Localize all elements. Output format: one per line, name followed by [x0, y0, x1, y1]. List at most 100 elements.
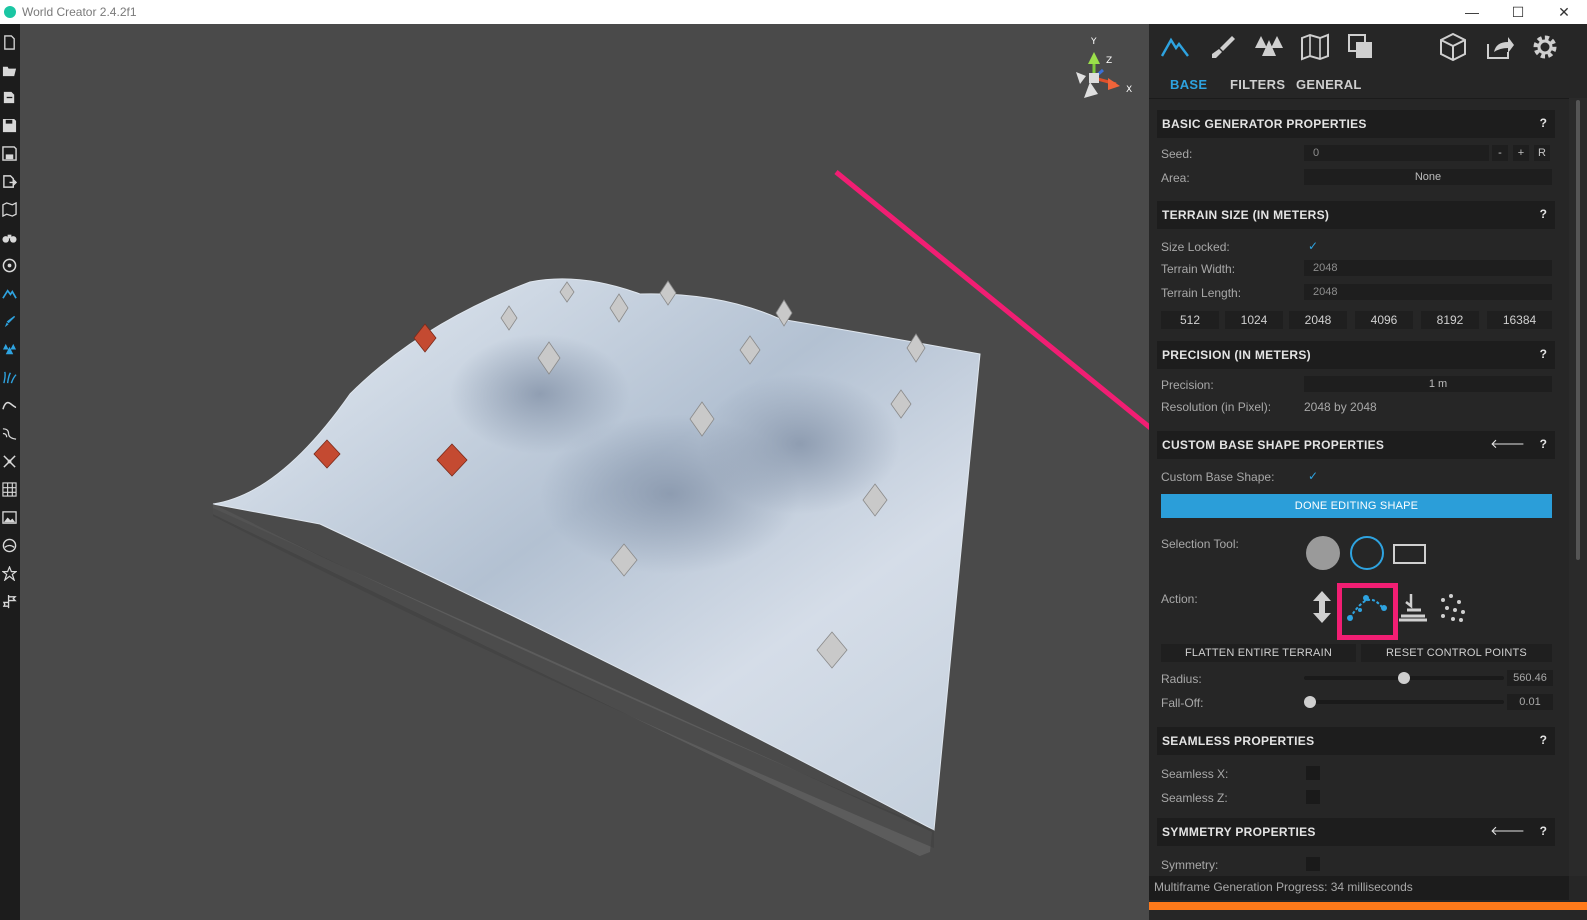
- cube-icon[interactable]: [1436, 30, 1470, 64]
- settings-icon[interactable]: [1528, 30, 1562, 64]
- seed-minus-button[interactable]: -: [1492, 145, 1508, 161]
- precision-header[interactable]: PRECISION (IN METERS) ?: [1157, 341, 1555, 369]
- mountain-icon[interactable]: [1, 285, 17, 301]
- progress-bar: [1149, 902, 1587, 910]
- terrain-viewport[interactable]: Y Z X: [20, 24, 1149, 920]
- wave-icon[interactable]: [1, 397, 17, 413]
- symmetry-checkbox[interactable]: [1306, 857, 1320, 871]
- preset-1024-button[interactable]: 1024: [1225, 311, 1283, 329]
- symmetry-header[interactable]: SYMMETRY PROPERTIES 🡐 ?: [1157, 818, 1555, 846]
- falloff-slider[interactable]: [1304, 696, 1504, 708]
- map-icon[interactable]: [1298, 30, 1332, 64]
- raise-lower-icon[interactable]: [1309, 589, 1335, 625]
- preset-512-button[interactable]: 512: [1161, 311, 1219, 329]
- soft-circle-select-icon[interactable]: [1306, 536, 1340, 570]
- status-bar: Multiframe Generation Progress: 34 milli…: [1149, 876, 1569, 900]
- panel-top-toolbar: [1149, 24, 1569, 72]
- seed-input[interactable]: 0: [1304, 145, 1489, 161]
- terrain-width-input[interactable]: 2048: [1304, 260, 1552, 276]
- scatter-points-icon[interactable]: [1437, 592, 1469, 624]
- gizmo-y-label: Y: [1090, 37, 1097, 47]
- network-icon[interactable]: [1, 453, 17, 469]
- seed-label: Seed:: [1161, 147, 1193, 161]
- seamless-z-checkbox[interactable]: [1306, 790, 1320, 804]
- radius-slider[interactable]: [1304, 672, 1504, 684]
- reset-arrow-icon[interactable]: 🡐: [1490, 436, 1525, 452]
- preset-4096-button[interactable]: 4096: [1355, 311, 1413, 329]
- minimize-button[interactable]: —: [1449, 0, 1495, 24]
- tab-divider: [1149, 98, 1569, 99]
- radius-label: Radius:: [1161, 672, 1202, 686]
- reset-arrow-icon[interactable]: 🡐: [1490, 823, 1525, 839]
- seamless-x-label: Seamless X:: [1161, 767, 1229, 781]
- export-icon[interactable]: [1, 173, 17, 189]
- precision-input[interactable]: 1 m: [1304, 376, 1552, 392]
- trees-icon[interactable]: [1, 341, 17, 357]
- done-editing-shape-button[interactable]: DONE EDITING SHAPE: [1161, 494, 1552, 518]
- paint-brush-icon[interactable]: [1, 313, 17, 329]
- radius-value[interactable]: 560.46: [1507, 670, 1553, 686]
- image-icon[interactable]: [1, 509, 17, 525]
- area-dropdown[interactable]: None: [1304, 169, 1552, 185]
- sign-icon[interactable]: [1, 593, 17, 609]
- preset-2048-button[interactable]: 2048: [1289, 311, 1347, 329]
- steering-icon[interactable]: [1, 257, 17, 273]
- terrain-size-header[interactable]: TERRAIN SIZE (IN METERS) ?: [1157, 201, 1555, 229]
- seamless-header[interactable]: SEAMLESS PROPERTIES ?: [1157, 727, 1555, 755]
- binoculars-icon[interactable]: [1, 229, 17, 245]
- falloff-label: Fall-Off:: [1161, 696, 1204, 710]
- size-locked-checkbox[interactable]: ✓: [1306, 239, 1320, 253]
- seed-plus-button[interactable]: +: [1513, 145, 1529, 161]
- layers-icon[interactable]: [1344, 30, 1378, 64]
- brush-icon[interactable]: [1206, 30, 1240, 64]
- help-icon[interactable]: ?: [1540, 116, 1547, 130]
- tab-base[interactable]: BASE: [1170, 77, 1207, 92]
- seamless-x-checkbox[interactable]: [1306, 766, 1320, 780]
- area-label: Area:: [1161, 171, 1190, 185]
- help-icon[interactable]: ?: [1540, 824, 1547, 838]
- rectangle-select-icon[interactable]: [1393, 544, 1426, 564]
- axis-gizmo[interactable]: Y Z X: [1076, 37, 1132, 98]
- terrain-length-input[interactable]: 2048: [1304, 284, 1552, 300]
- maximize-button[interactable]: ☐: [1495, 0, 1541, 24]
- radius-slider-knob[interactable]: [1398, 672, 1410, 684]
- export-icon[interactable]: [1482, 30, 1516, 64]
- gizmo-z-label: Z: [1106, 56, 1112, 66]
- symmetry-label: Symmetry:: [1161, 858, 1219, 872]
- globe-icon[interactable]: [1, 537, 17, 553]
- close-button[interactable]: ✕: [1541, 0, 1587, 24]
- help-icon[interactable]: ?: [1540, 347, 1547, 361]
- preset-16384-button[interactable]: 16384: [1487, 311, 1552, 329]
- save-as-icon[interactable]: [1, 145, 17, 161]
- tab-filters[interactable]: FILTERS: [1230, 77, 1285, 92]
- circle-select-icon[interactable]: [1350, 536, 1384, 570]
- open-recent-icon[interactable]: [1, 89, 17, 105]
- river-icon[interactable]: [1, 425, 17, 441]
- grid-icon[interactable]: [1, 481, 17, 497]
- seed-random-button[interactable]: R: [1534, 145, 1550, 161]
- save-icon[interactable]: [1, 117, 17, 133]
- falloff-value[interactable]: 0.01: [1507, 694, 1553, 710]
- new-file-icon[interactable]: [1, 34, 17, 50]
- flatten-entire-terrain-button[interactable]: FLATTEN ENTIRE TERRAIN: [1161, 644, 1356, 662]
- open-folder-icon[interactable]: [1, 62, 17, 78]
- help-icon[interactable]: ?: [1540, 207, 1547, 221]
- forest-icon[interactable]: [1252, 30, 1286, 64]
- app-logo-icon: [4, 6, 16, 18]
- map-icon[interactable]: [1, 201, 17, 217]
- tab-general[interactable]: GENERAL: [1296, 77, 1362, 92]
- help-icon[interactable]: ?: [1540, 437, 1547, 451]
- preset-8192-button[interactable]: 8192: [1421, 311, 1479, 329]
- scrollbar-thumb[interactable]: [1576, 100, 1580, 560]
- falloff-slider-knob[interactable]: [1304, 696, 1316, 708]
- reset-control-points-button[interactable]: RESET CONTROL POINTS: [1361, 644, 1552, 662]
- custom-base-shape-checkbox[interactable]: ✓: [1306, 469, 1320, 483]
- terrain-icon[interactable]: [1158, 30, 1192, 64]
- basic-generator-header[interactable]: BASIC GENERATOR PROPERTIES ?: [1157, 110, 1555, 138]
- flatten-tool-icon[interactable]: [1397, 590, 1429, 624]
- star-icon[interactable]: [1, 565, 17, 581]
- panel-scrollbar[interactable]: [1569, 98, 1587, 876]
- custom-base-shape-header[interactable]: CUSTOM BASE SHAPE PROPERTIES 🡐 ?: [1157, 431, 1555, 459]
- grass-icon[interactable]: [1, 369, 17, 385]
- help-icon[interactable]: ?: [1540, 733, 1547, 747]
